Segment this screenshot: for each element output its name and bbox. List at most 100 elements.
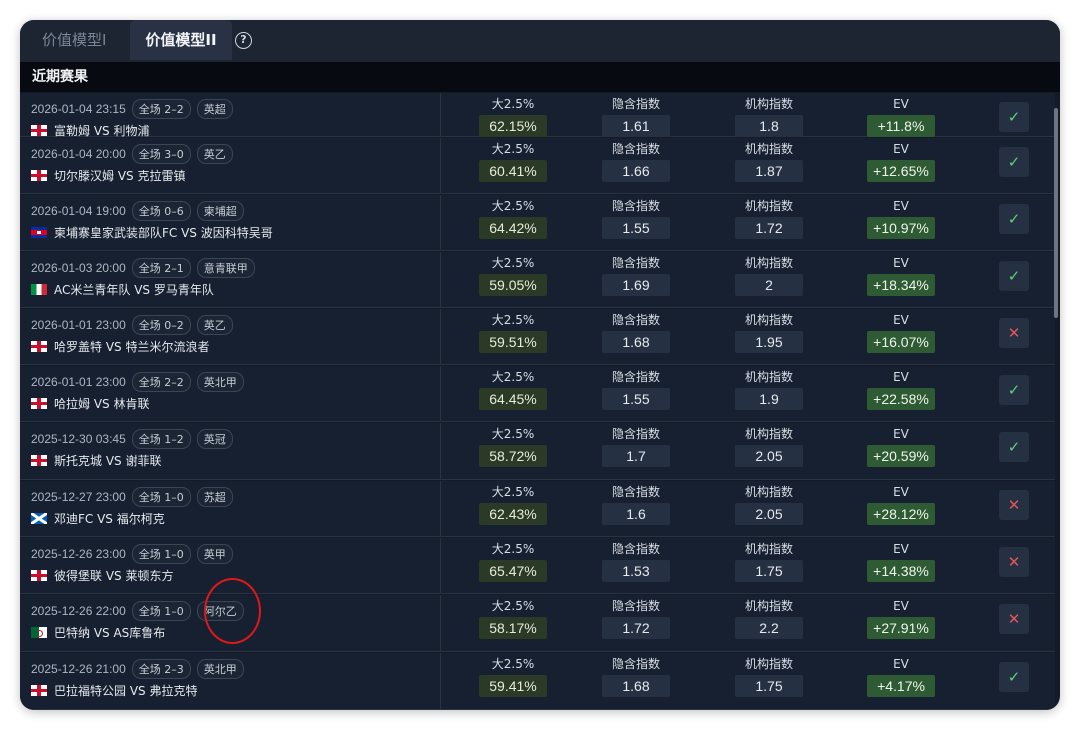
- help-icon[interactable]: ?: [235, 32, 252, 49]
- match-meta: 2025-12-26 23:00 全场 1–0 英甲: [31, 544, 233, 564]
- ev-label: EV: [893, 485, 909, 499]
- check-icon[interactable]: ✓: [999, 147, 1029, 177]
- league-badge: 意青联甲: [196, 258, 255, 278]
- dz-flag-icon: [31, 626, 47, 638]
- check-icon[interactable]: ✓: [999, 204, 1029, 234]
- org-value: 1.72: [735, 217, 803, 239]
- org-label: 机构指数: [744, 485, 793, 499]
- check-icon[interactable]: ✓: [999, 662, 1029, 692]
- match-row[interactable]: 2026-01-03 20:00 全场 2–1 意青联甲 AC米兰青年队 VS …: [20, 252, 1055, 308]
- tab-value-model-2[interactable]: 价值模型II: [130, 20, 232, 60]
- match-row[interactable]: 2025-12-30 03:45 全场 1–2 英冠 斯托克城 VS 谢菲联 大…: [20, 423, 1055, 480]
- check-icon[interactable]: ✓: [999, 375, 1029, 405]
- over-cell: 大2.5% 62.15%: [468, 93, 558, 137]
- league-badge: 英北甲: [196, 372, 244, 392]
- org-cell: 机构指数 1.95: [724, 309, 814, 353]
- check-icon[interactable]: ✓: [999, 432, 1029, 462]
- ev-value: +12.65%: [867, 160, 935, 182]
- implied-cell: 隐含指数 1.61: [591, 93, 681, 137]
- ev-label: EV: [893, 199, 909, 213]
- ev-label: EV: [893, 142, 909, 156]
- over-label: 大2.5%: [491, 485, 535, 499]
- over-value: 59.05%: [479, 274, 547, 296]
- tab-value-model-1[interactable]: 价值模型I: [30, 20, 118, 60]
- over-value: 59.41%: [479, 675, 547, 697]
- over-label: 大2.5%: [491, 313, 535, 327]
- match-row[interactable]: 2025-12-27 23:00 全场 1–0 苏超 邓迪FC VS 福尔柯克 …: [20, 481, 1055, 537]
- teams-label: 富勒姆 VS 利物浦: [54, 123, 150, 138]
- cross-icon[interactable]: ✕: [999, 318, 1029, 348]
- implied-cell: 隐含指数 1.68: [591, 309, 681, 353]
- annotation-circle: [204, 578, 261, 644]
- implied-label: 隐含指数: [611, 485, 660, 499]
- ev-label: EV: [893, 427, 909, 441]
- league-badge: 英北甲: [196, 659, 244, 679]
- implied-cell: 隐含指数 1.72: [591, 595, 681, 639]
- ev-label: EV: [893, 657, 909, 671]
- implied-value: 1.68: [602, 331, 670, 353]
- match-meta: 2026-01-04 20:00 全场 3–0 英乙: [31, 144, 233, 164]
- implied-value: 1.72: [602, 617, 670, 639]
- ev-cell: EV +18.34%: [856, 252, 946, 296]
- match-time: 2025-12-26 21:00: [31, 662, 126, 676]
- match-row[interactable]: 2026-01-01 23:00 全场 0–2 英乙 哈罗盖特 VS 特兰米尔流…: [20, 309, 1055, 365]
- match-row[interactable]: 2026-01-04 19:00 全场 0–6 柬埔超 柬埔寨皇家武装部队FC …: [20, 195, 1055, 251]
- match-row[interactable]: 2025-12-26 22:00 全场 1–0 阿尔乙 巴特纳 VS AS库鲁布…: [20, 595, 1055, 652]
- match-row[interactable]: 2025-12-26 23:00 全场 1–0 英甲 彼得堡联 VS 莱顿东方 …: [20, 538, 1055, 594]
- org-value: 2.05: [735, 503, 803, 525]
- league-badge: 英乙: [196, 144, 233, 164]
- league-badge: 英超: [196, 99, 233, 119]
- ev-label: EV: [893, 599, 909, 613]
- score-badge: 全场 3–0: [131, 144, 191, 164]
- over-label: 大2.5%: [491, 97, 535, 111]
- match-time: 2026-01-04 23:15: [31, 102, 126, 116]
- cross-icon[interactable]: ✕: [999, 547, 1029, 577]
- teams-label: 柬埔寨皇家武装部队FC VS 波因科特吴哥: [54, 225, 273, 240]
- implied-cell: 隐含指数 1.53: [591, 538, 681, 582]
- eng-flag-icon: [31, 684, 47, 696]
- over-label: 大2.5%: [491, 599, 535, 613]
- match-meta: 2026-01-04 19:00 全场 0–6 柬埔超: [31, 201, 244, 221]
- org-cell: 机构指数 1.72: [724, 195, 814, 239]
- org-cell: 机构指数 2: [724, 252, 814, 296]
- match-teams: 巴拉福特公园 VS 弗拉克特: [31, 682, 197, 698]
- match-row[interactable]: 2025-12-26 21:00 全场 2–3 英北甲 巴拉福特公园 VS 弗拉…: [20, 653, 1055, 710]
- over-cell: 大2.5% 60.41%: [468, 138, 558, 182]
- cross-icon[interactable]: ✕: [999, 604, 1029, 634]
- check-icon[interactable]: ✓: [999, 261, 1029, 291]
- scrollbar[interactable]: [1054, 108, 1058, 318]
- ev-cell: EV +16.07%: [856, 309, 946, 353]
- match-meta: 2026-01-01 23:00 全场 0–2 英乙: [31, 315, 233, 335]
- score-badge: 全场 2–1: [131, 258, 191, 278]
- implied-label: 隐含指数: [611, 313, 660, 327]
- score-badge: 全场 2–2: [131, 372, 191, 392]
- implied-cell: 隐含指数 1.7: [591, 423, 681, 467]
- implied-label: 隐含指数: [611, 427, 660, 441]
- implied-value: 1.61: [602, 115, 670, 137]
- match-row[interactable]: 2026-01-04 23:15 全场 2–2 英超 富勒姆 VS 利物浦 大2…: [20, 93, 1055, 138]
- org-value: 1.8: [735, 115, 803, 137]
- match-row[interactable]: 2026-01-01 23:00 全场 2–2 英北甲 哈拉姆 VS 林肯联 大…: [20, 366, 1055, 422]
- implied-label: 隐含指数: [611, 599, 660, 613]
- implied-label: 隐含指数: [611, 657, 660, 671]
- implied-value: 1.55: [602, 217, 670, 239]
- implied-value: 1.7: [602, 445, 670, 467]
- org-value: 2.2: [735, 617, 803, 639]
- score-badge: 全场 1–0: [131, 544, 191, 564]
- league-badge: 英冠: [196, 429, 233, 449]
- check-icon[interactable]: ✓: [999, 102, 1029, 132]
- match-row[interactable]: 2026-01-04 20:00 全场 3–0 英乙 切尔滕汉姆 VS 克拉雷镇…: [20, 138, 1055, 194]
- teams-label: 斯托克城 VS 谢菲联: [54, 453, 162, 468]
- score-badge: 全场 1–2: [131, 429, 191, 449]
- org-value: 2.05: [735, 445, 803, 467]
- org-cell: 机构指数 1.75: [724, 653, 814, 697]
- score-badge: 全场 0–6: [131, 201, 191, 221]
- value-model-panel: 价值模型I 价值模型II ? 近期赛果 2026-01-04 23:15 全场 …: [20, 20, 1060, 710]
- cross-icon[interactable]: ✕: [999, 490, 1029, 520]
- match-time: 2025-12-30 03:45: [31, 432, 126, 446]
- org-label: 机构指数: [744, 370, 793, 384]
- over-cell: 大2.5% 65.47%: [468, 538, 558, 582]
- over-label: 大2.5%: [491, 370, 535, 384]
- implied-value: 1.68: [602, 675, 670, 697]
- ev-value: +20.59%: [867, 445, 935, 467]
